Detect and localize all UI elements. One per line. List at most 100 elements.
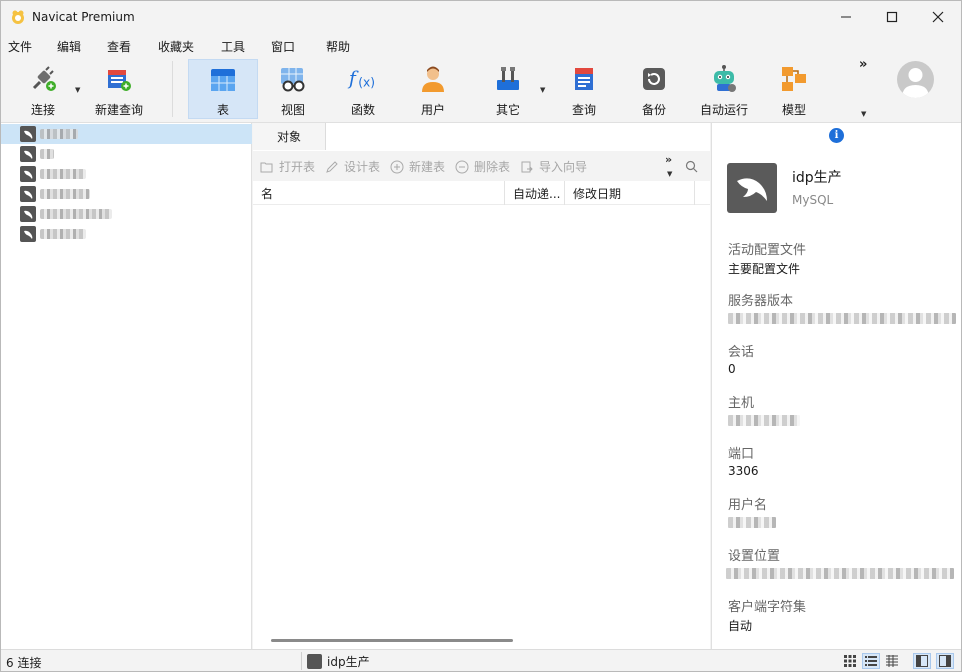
status-bar: 6 连接 idp生产 [1,649,961,671]
column-modified-date[interactable]: 修改日期 [565,181,695,205]
detail-view-button[interactable] [883,653,901,669]
others-dropdown-icon[interactable]: ▼ [540,86,545,94]
sessions-value: 0 [728,362,736,376]
new-table-button[interactable]: 新建表 [390,158,445,175]
connection-item[interactable] [1,184,252,204]
toolbar-backup-button[interactable]: 备份 [626,59,682,119]
redacted-connection-name [40,169,86,179]
query-icon [575,68,593,90]
object-list-header: 名 自动递... 修改日期 [253,181,710,205]
design-table-label: 设计表 [344,160,381,174]
horizontal-scrollbar[interactable] [271,639,513,642]
connection-item[interactable] [1,224,252,244]
toggle-right-pane-button[interactable] [936,653,954,669]
menu-edit[interactable]: 编辑 [57,38,81,55]
toolbar-function-button[interactable]: f (x) 函数 [335,59,391,119]
toolbar-more-icon[interactable]: » [859,57,867,72]
plus-circle-icon [390,160,404,173]
mysql-dolphin-icon [307,654,322,669]
new-table-label: 新建表 [409,160,446,174]
redacted-connection-name [40,229,86,239]
menu-help[interactable]: 帮助 [326,38,350,55]
avatar[interactable] [897,61,934,98]
redacted-host [728,415,800,426]
mysql-logo-icon [727,163,777,213]
open-table-button[interactable]: 打开表 [260,158,315,175]
mysql-dolphin-icon [20,206,36,222]
design-table-button[interactable]: 设计表 [325,158,380,175]
mysql-dolphin-icon [20,186,36,202]
menu-tools[interactable]: 工具 [221,38,245,55]
window-title: Navicat Premium [32,9,135,24]
toolbar-automation-button[interactable]: 自动运行 [694,59,754,119]
tools-icon [497,67,519,90]
maximize-button[interactable] [869,1,915,32]
delete-table-button[interactable]: 删除表 [455,158,510,175]
close-icon [932,11,944,22]
account-icon [902,68,929,98]
svg-text:(x): (x) [358,76,375,90]
object-toolbar-more-icon[interactable]: » [665,153,672,166]
import-wizard-label: 导入向导 [539,160,588,174]
toggle-left-pane-button[interactable] [913,653,931,669]
minimize-button[interactable] [823,1,869,32]
toolbar-more-dropdown-icon[interactable]: ▼ [861,110,866,118]
search-icon[interactable] [685,160,698,173]
connection-item[interactable] [1,124,252,144]
tab-objects[interactable]: 对象 [253,123,326,150]
toolbar-others-label: 其它 [495,103,520,117]
connection-item[interactable] [1,164,252,184]
object-toolbar: 打开表 设计表 新建表 删除表 导入向导 » ▼ [253,151,710,181]
grid-view-icon [844,655,856,667]
column-auto-increment[interactable]: 自动递... [505,181,565,205]
redacted-username [728,517,776,528]
info-pane: i idp生产 MySQL 活动配置文件 主要配置文件 服务器版本 会话 0 主… [711,123,961,649]
toolbar-others-button[interactable]: 其它 [480,59,536,119]
settings-location-label: 设置位置 [728,549,781,564]
grid-view-button[interactable] [841,653,859,669]
status-divider [301,652,302,670]
connection-tree [1,123,252,649]
tab-area [326,123,710,150]
menu-view[interactable]: 查看 [107,38,131,55]
open-table-label: 打开表 [279,160,316,174]
toolbar-query-button[interactable]: 查询 [556,59,612,119]
profile-value: 主要配置文件 [728,262,801,276]
toolbar-query-label: 查询 [571,103,596,117]
object-tab-bar: 对象 [253,123,710,150]
menu-favorites[interactable]: 收藏夹 [158,38,194,55]
toolbar-user-button[interactable]: 用户 [405,59,461,119]
toolbar-view-button[interactable]: 视图 [265,59,321,119]
toolbar-model-label: 模型 [781,103,806,117]
toolbar-new-query-button[interactable]: 新建查询 [89,59,149,119]
import-icon [521,161,533,172]
toolbar-connect-button[interactable]: 连接 [15,59,71,119]
toolbar-separator [172,61,173,117]
server-version-label: 服务器版本 [728,294,794,309]
port-value: 3306 [728,464,759,478]
toolbar-table-button[interactable]: 表 [188,59,258,119]
info-icon[interactable]: i [829,128,844,143]
import-wizard-button[interactable]: 导入向导 [520,158,587,175]
menu-window[interactable]: 窗口 [271,38,295,55]
toolbar-function-label: 函数 [350,103,375,117]
connect-plug-icon [32,66,56,91]
column-name[interactable]: 名 [253,181,505,205]
close-button[interactable] [915,1,961,32]
connect-dropdown-icon[interactable]: ▼ [75,86,80,94]
menu-bar: 文件 编辑 查看 收藏夹 工具 窗口 帮助 [1,34,961,56]
toolbar-view-label: 视图 [280,103,305,117]
menu-file[interactable]: 文件 [8,38,32,55]
object-toolbar-dropdown-icon[interactable]: ▼ [667,170,672,178]
toolbar-model-button[interactable]: 模型 [766,59,822,119]
connection-item[interactable] [1,204,252,224]
profile-label: 活动配置文件 [728,243,807,258]
connection-item[interactable] [1,144,252,164]
list-view-button[interactable] [862,653,880,669]
minimize-icon [841,16,851,17]
backup-icon [643,68,665,90]
mysql-dolphin-icon [20,146,36,162]
table-icon [211,68,235,91]
username-label: 用户名 [728,498,768,513]
charset-value: 自动 [728,619,753,633]
